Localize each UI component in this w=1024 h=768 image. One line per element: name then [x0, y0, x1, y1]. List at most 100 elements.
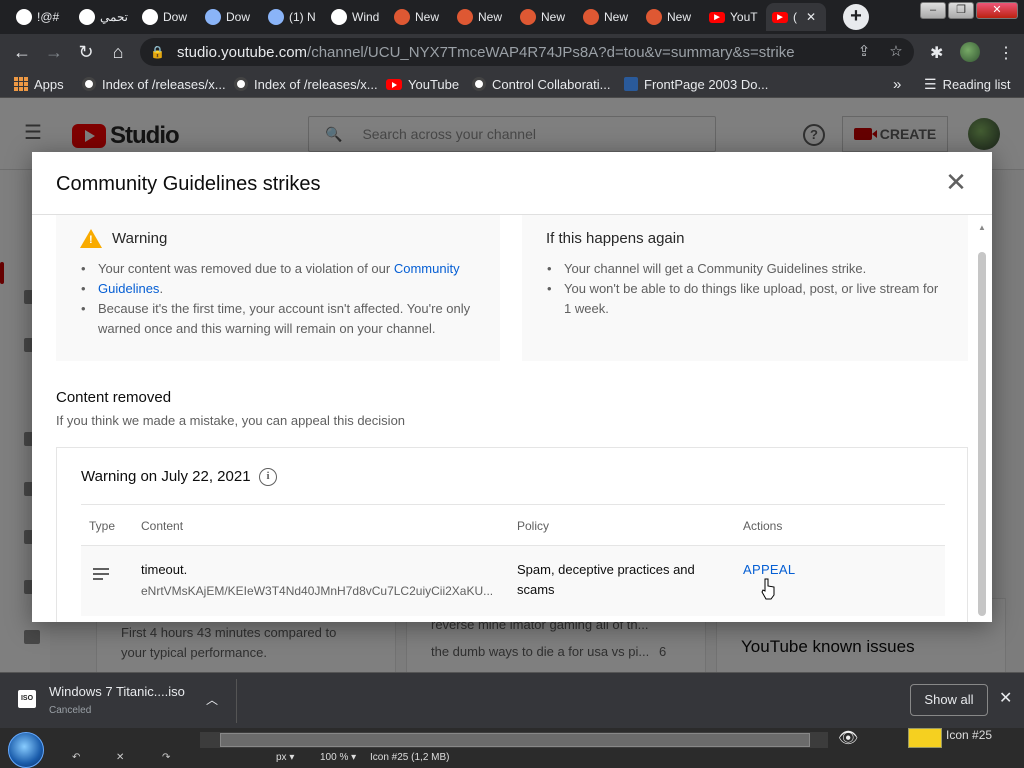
browser-tab[interactable]: New — [640, 3, 701, 31]
bookmark-youtube[interactable]: YouTube — [386, 75, 459, 93]
bookmarks-bar: Apps Index of /releases/x... Index of /r… — [0, 70, 1024, 98]
consequence-bullet: You won't be able to do things like uplo… — [547, 279, 960, 319]
maximize-button[interactable]: ❐ — [948, 2, 974, 19]
tab-label: Dow — [163, 10, 188, 24]
info-icon[interactable]: i — [259, 468, 277, 486]
browser-tab[interactable]: New — [577, 3, 638, 31]
browser-tab[interactable]: Dow — [136, 3, 197, 31]
globe-icon — [234, 77, 248, 91]
consequence-panel: If this happens again Your channel will … — [522, 215, 968, 361]
extensions-icon[interactable]: ✱ — [930, 43, 943, 63]
bookmark-apps[interactable]: Apps — [14, 75, 64, 93]
content-title: timeout. — [141, 562, 188, 577]
browser-tab[interactable]: Dow — [199, 3, 260, 31]
reload-icon[interactable]: ↻ — [74, 40, 98, 64]
community-guidelines-link[interactable]: Community — [394, 261, 460, 276]
column-header-type: Type — [89, 519, 116, 533]
chevron-up-icon[interactable]: ︿ — [206, 691, 218, 708]
close-downloads-icon[interactable]: ✕ — [999, 688, 1012, 708]
warning-bullet-cont: Guidelines. — [81, 279, 163, 299]
cancel-icon[interactable]: ✕ — [116, 752, 124, 768]
address-bar[interactable]: 🔒 studio.youtube.com/channel/UCU_NYX7Tmc… — [140, 38, 914, 66]
strike-card: Warning on July 22, 2021 i Type Content … — [56, 447, 968, 622]
youtube-icon — [386, 78, 402, 90]
browser-tab[interactable]: ▶ (✕ — [766, 3, 826, 31]
tab-label: (1) N — [289, 10, 316, 24]
unit-select[interactable]: px ▾ — [276, 752, 294, 768]
undo-icon[interactable]: ↶ — [72, 752, 80, 768]
forward-arrow-icon[interactable]: → — [42, 40, 66, 64]
browser-tab[interactable]: New — [451, 3, 512, 31]
back-arrow-icon[interactable]: ← — [10, 40, 34, 64]
browser-tab[interactable]: (1) N — [262, 3, 323, 31]
drive-icon — [268, 9, 284, 25]
dialog-scrollbar[interactable] — [978, 252, 986, 616]
home-icon[interactable]: ⌂ — [106, 40, 130, 64]
content-removed-subtitle: If you think we made a mistake, you can … — [56, 413, 406, 428]
consequence-title: If this happens again — [546, 230, 685, 247]
bookmark-star-icon[interactable]: ☆ — [884, 38, 908, 66]
divider — [236, 679, 237, 723]
iso-file-icon: ISO — [18, 690, 36, 708]
bookmark-item[interactable]: FrontPage 2003 Do... — [624, 75, 768, 93]
menu-dots-icon[interactable]: ⋮ — [998, 43, 1014, 63]
url-host: studio.youtube.com — [176, 43, 308, 61]
zoom-select[interactable]: 100 % ▾ — [320, 752, 356, 768]
horizontal-scrollbar[interactable] — [220, 733, 810, 747]
duck-icon — [520, 9, 536, 25]
share-icon[interactable]: ⇪ — [852, 38, 876, 66]
app-icon — [79, 9, 95, 25]
close-icon[interactable]: ✕ — [944, 169, 968, 195]
tab-label: تحمي — [100, 10, 129, 24]
frontpage-icon — [624, 77, 638, 91]
dialog-title: Community Guidelines strikes — [56, 173, 321, 195]
browser-tab[interactable]: !@# — [10, 3, 71, 31]
show-all-button[interactable]: Show all — [910, 684, 988, 716]
layer-name: Icon #25 — [946, 728, 993, 742]
reading-list-button[interactable]: ☰ Reading list — [924, 75, 1011, 93]
new-tab-button[interactable]: + — [843, 4, 869, 30]
profile-avatar[interactable] — [960, 42, 980, 62]
browser-toolbar: ← → ↻ ⌂ 🔒 studio.youtube.com/channel/UCU… — [0, 34, 1024, 70]
bookmarks-overflow[interactable]: » — [893, 75, 901, 93]
column-header-policy: Policy — [517, 519, 550, 533]
start-button[interactable] — [8, 732, 44, 768]
minimize-button[interactable]: – — [920, 2, 946, 19]
dialog-header: Community Guidelines strikes ✕ — [32, 152, 992, 215]
table-header: Type Content Policy Actions — [81, 504, 945, 546]
duck-icon — [394, 9, 410, 25]
browser-tab[interactable]: Wind — [325, 3, 386, 31]
warning-panel: Warning Your content was removed due to … — [56, 215, 500, 361]
tab-label: YouT — [730, 10, 758, 24]
browser-tab[interactable]: ▶ YouT — [703, 3, 764, 31]
tab-label: Dow — [226, 10, 251, 24]
app-icon — [142, 9, 158, 25]
download-file-name[interactable]: Windows 7 Titanic....iso — [49, 684, 185, 699]
reading-list-icon: ☰ — [924, 75, 937, 92]
duck-icon — [583, 9, 599, 25]
layer-thumbnail[interactable] — [908, 728, 942, 748]
bookmark-item[interactable]: Control Collaborati... — [472, 75, 611, 93]
browser-tab[interactable]: New — [514, 3, 575, 31]
globe-icon — [472, 77, 486, 91]
close-tab-icon[interactable]: ✕ — [806, 10, 816, 24]
eye-icon[interactable]: 👁 — [838, 728, 858, 748]
close-window-button[interactable]: ✕ — [976, 2, 1018, 19]
duck-icon — [457, 9, 473, 25]
globe-icon — [82, 77, 96, 91]
warning-bullet: Because it's the first time, your accoun… — [81, 299, 494, 339]
scroll-up-arrow-icon[interactable]: ▲ — [978, 224, 986, 232]
tab-label: New — [604, 10, 629, 24]
window-controls: – ❐ ✕ — [920, 2, 1018, 19]
browser-tab[interactable]: تحمي — [73, 3, 134, 31]
tab-label: New — [415, 10, 440, 24]
appeal-button[interactable]: APPEAL — [743, 562, 795, 577]
drive-icon — [205, 9, 221, 25]
redo-icon[interactable]: ↷ — [162, 752, 170, 768]
browser-tab[interactable]: New — [388, 3, 449, 31]
bookmark-item[interactable]: Index of /releases/x... — [234, 75, 378, 93]
tab-label: New — [478, 10, 503, 24]
bookmark-item[interactable]: Index of /releases/x... — [82, 75, 226, 93]
youtube-icon: ▶ — [772, 11, 788, 23]
community-guidelines-link[interactable]: Guidelines — [98, 281, 159, 296]
